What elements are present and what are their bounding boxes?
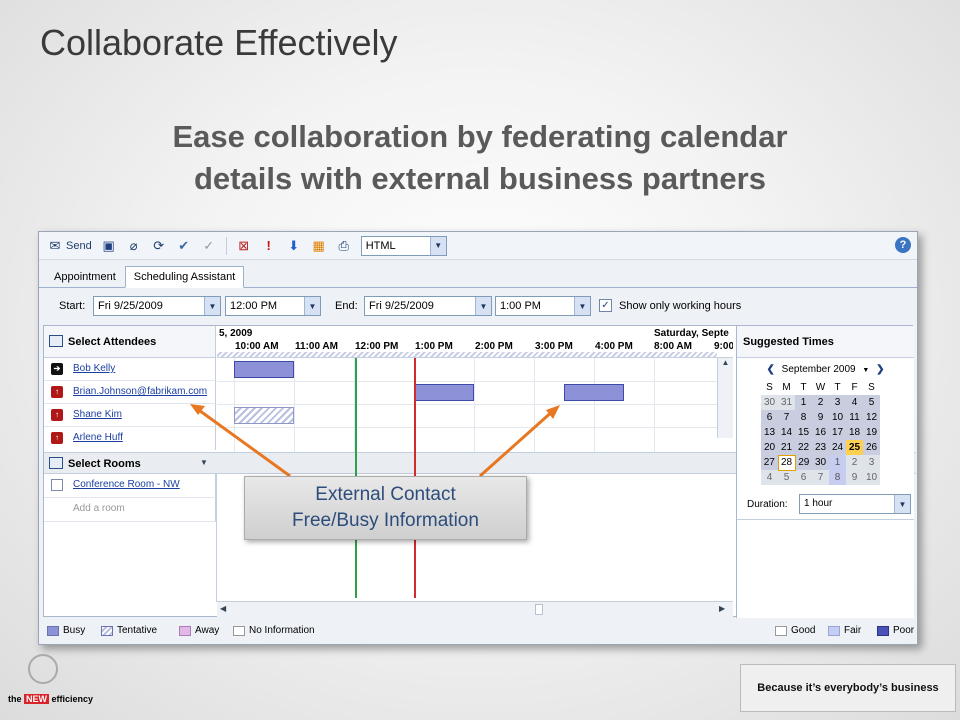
- external-contact-callout: External Contact Free/Busy Information: [244, 476, 527, 540]
- logo-text: the NEW efficiency: [8, 694, 93, 704]
- logo-word: NEW: [24, 694, 50, 704]
- lightbulb-icon: [28, 654, 58, 684]
- new-efficiency-logo: the NEW efficiency: [6, 654, 93, 716]
- callout-arrows: [190, 404, 560, 478]
- tagline-text: Because it’s everybody’s business: [757, 682, 939, 694]
- callout-line-1: External Contact: [315, 484, 456, 505]
- tagline-banner: Because it’s everybody’s business: [740, 664, 956, 712]
- logo-word: efficiency: [51, 694, 94, 704]
- logo-word: the: [8, 694, 22, 704]
- arrow-right: [479, 408, 555, 478]
- arrow-left: [195, 406, 291, 478]
- callout-line-2: Free/Busy Information: [292, 510, 479, 531]
